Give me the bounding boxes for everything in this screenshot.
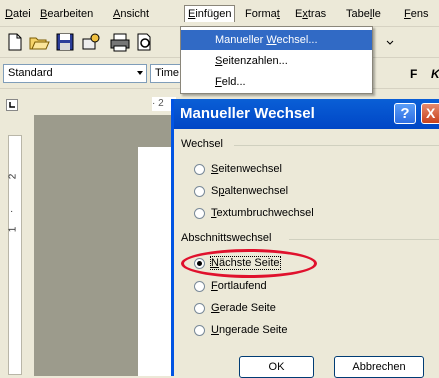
menu-item-manual-break[interactable]: Manueller Wechsel... bbox=[181, 30, 372, 50]
radio-circle bbox=[194, 303, 205, 314]
menu-datei[interactable]: Datei bbox=[5, 6, 31, 22]
open-folder-icon[interactable] bbox=[28, 31, 50, 53]
manual-break-dialog: Manueller Wechsel ? X Wechsel Seitenwech… bbox=[171, 99, 439, 378]
ruler-mark-2: 2 bbox=[7, 173, 19, 180]
menu-bearbeiten-label: earbeiten bbox=[47, 8, 94, 20]
chevron-down-icon bbox=[137, 71, 143, 75]
zoom-dropdown-icon[interactable] bbox=[379, 31, 401, 53]
menu-tabelle[interactable]: Tabelle bbox=[346, 6, 381, 22]
bold-button[interactable]: F bbox=[410, 67, 417, 81]
ruler-dot: · bbox=[10, 206, 14, 217]
new-document-icon[interactable] bbox=[4, 31, 26, 53]
menu-bearbeiten[interactable]: Bearbeiten bbox=[40, 6, 93, 22]
dialog-titlebar[interactable]: Manueller Wechsel ? X bbox=[174, 99, 439, 129]
menu-tabelle-label: Tabe bbox=[346, 8, 370, 20]
insert-menu: Manueller Wechsel... Seitenzahlen... Fel… bbox=[180, 26, 373, 94]
print-preview-icon[interactable] bbox=[134, 31, 156, 53]
italic-button[interactable]: K bbox=[431, 67, 439, 81]
vertical-ruler-strip: 2 · 1 bbox=[7, 135, 22, 375]
group-label-abschnittswechsel: Abschnittswechsel bbox=[181, 232, 272, 244]
radio-circle bbox=[194, 186, 205, 197]
menu-fenster[interactable]: Fens bbox=[404, 6, 428, 22]
close-button[interactable]: X bbox=[421, 103, 439, 124]
radio-circle bbox=[194, 281, 205, 292]
tab-selector[interactable] bbox=[6, 99, 18, 111]
menu-format-label: Forma bbox=[245, 8, 277, 20]
print-icon[interactable] bbox=[109, 31, 131, 53]
red-highlight-ellipse bbox=[181, 249, 317, 278]
menu-datei-label: atei bbox=[12, 8, 31, 20]
ok-button[interactable]: OK bbox=[239, 356, 314, 378]
menu-bar: Datei Bearbeiten Ansicht Einfügen Format… bbox=[0, 0, 439, 27]
group-label-wechsel: Wechsel bbox=[181, 138, 223, 150]
menu-item-page-numbers[interactable]: Seitenzahlen... bbox=[181, 51, 372, 71]
menu-einfuegen[interactable]: Einfügen bbox=[184, 5, 236, 22]
cancel-button[interactable]: Abbrechen bbox=[334, 356, 424, 378]
font-combo-value: Time bbox=[155, 67, 180, 79]
group-divider bbox=[289, 239, 439, 240]
ruler-mark-1: 1 bbox=[7, 226, 19, 233]
menu-item-field[interactable]: Feld... bbox=[181, 72, 372, 92]
menu-fenster-label: ens bbox=[410, 8, 429, 20]
menu-ansicht-label: nsicht bbox=[120, 8, 150, 20]
help-button[interactable]: ? bbox=[394, 103, 416, 124]
menu-format[interactable]: Format bbox=[245, 6, 280, 22]
menu-ansicht[interactable]: Ansicht bbox=[113, 6, 149, 22]
group-divider bbox=[234, 145, 439, 146]
radio-circle bbox=[194, 325, 205, 336]
radio-circle bbox=[194, 164, 205, 175]
radio-circle bbox=[194, 208, 205, 219]
menu-extras[interactable]: Extras bbox=[295, 6, 326, 22]
style-combo-value: Standard bbox=[8, 67, 53, 79]
vertical-ruler: 2 · 1 bbox=[0, 115, 34, 376]
save-icon[interactable] bbox=[54, 31, 76, 53]
menu-einfuegen-label: infügen bbox=[195, 8, 232, 20]
permission-icon[interactable] bbox=[79, 31, 101, 53]
dialog-title: Manueller Wechsel bbox=[180, 105, 315, 122]
style-combo[interactable]: Standard bbox=[3, 64, 147, 83]
